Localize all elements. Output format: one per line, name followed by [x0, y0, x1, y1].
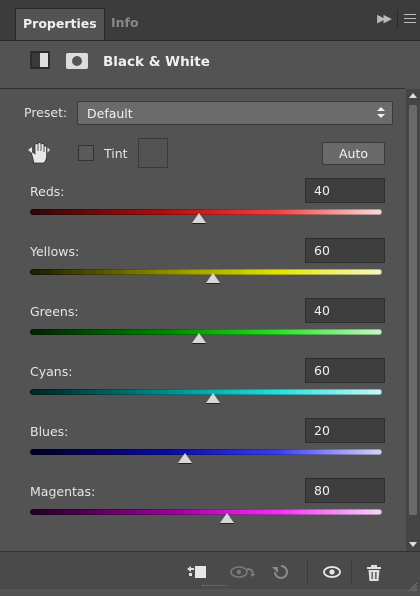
magentas-label: Magentas:	[30, 484, 96, 499]
slider-row-reds: Reds: 40	[0, 178, 405, 238]
slider-row-yellows: Yellows: 60	[0, 238, 405, 298]
footer-divider	[351, 560, 352, 584]
slider-row-magentas: Magentas: 80	[0, 478, 405, 538]
preset-label: Preset:	[24, 105, 68, 120]
reds-slider-thumb[interactable]	[191, 213, 206, 223]
yellows-value-input[interactable]: 60	[305, 238, 385, 263]
collapse-arrows-icon[interactable]: ▶▶	[377, 12, 392, 25]
header-divider	[0, 88, 405, 89]
scroll-thumb[interactable]	[409, 105, 417, 515]
blues-slider-thumb[interactable]	[177, 453, 192, 463]
magentas-slider-thumb[interactable]	[220, 513, 235, 523]
reds-value-input[interactable]: 40	[305, 178, 385, 203]
yellows-slider-thumb[interactable]	[206, 273, 221, 283]
clip-to-layer-icon[interactable]	[186, 564, 208, 584]
cyans-slider-thumb[interactable]	[206, 393, 221, 403]
tint-checkbox[interactable]	[78, 145, 94, 161]
tint-label: Tint	[104, 146, 128, 161]
slider-row-blues: Blues: 20	[0, 418, 405, 478]
trash-icon[interactable]	[365, 564, 383, 586]
magentas-slider-track[interactable]	[30, 509, 382, 515]
reds-label: Reds:	[30, 184, 65, 199]
scroll-down-arrow-icon[interactable]	[409, 542, 417, 547]
cyans-value-input[interactable]: 60	[305, 358, 385, 383]
greens-label: Greens:	[30, 304, 79, 319]
footer-divider	[307, 560, 308, 584]
yellows-label: Yellows:	[30, 244, 80, 259]
reset-icon[interactable]	[272, 564, 290, 584]
scroll-up-arrow-icon[interactable]	[409, 93, 417, 98]
adjustment-layer-icon[interactable]	[30, 51, 50, 69]
greens-slider-thumb[interactable]	[191, 333, 206, 343]
greens-slider-track[interactable]	[30, 329, 382, 335]
magentas-value-input[interactable]: 80	[305, 478, 385, 503]
blues-slider-track[interactable]	[30, 449, 382, 455]
blues-label: Blues:	[30, 424, 69, 439]
panel-tab-bar: Properties Info ▶▶	[0, 0, 420, 41]
preset-dropdown[interactable]: Default	[77, 101, 393, 125]
reds-slider-track[interactable]	[30, 209, 382, 215]
cyans-label: Cyans:	[30, 364, 73, 379]
panel-menu-icon[interactable]	[404, 14, 416, 24]
blues-value-input[interactable]: 20	[305, 418, 385, 443]
slider-row-cyans: Cyans: 60	[0, 358, 405, 418]
auto-button[interactable]: Auto	[322, 142, 385, 165]
layer-mask-icon[interactable]	[66, 53, 88, 69]
greens-value-input[interactable]: 40	[305, 298, 385, 323]
visibility-eye-icon[interactable]	[322, 564, 342, 584]
properties-panel: Properties Info ▶▶ Black & White Preset:…	[0, 0, 420, 592]
resize-grip-icon[interactable]	[408, 577, 418, 592]
adjustment-header	[0, 41, 420, 87]
targeted-adjustment-hand-icon[interactable]	[28, 141, 50, 165]
tab-bar-divider	[397, 10, 398, 28]
panel-footer	[0, 551, 420, 592]
tab-info[interactable]: Info	[104, 8, 146, 40]
dropdown-arrows-icon	[377, 105, 385, 121]
tint-color-swatch[interactable]	[138, 138, 168, 168]
view-previous-state-icon[interactable]	[230, 564, 256, 584]
adjustment-title: Black & White	[103, 54, 210, 70]
preset-value: Default	[87, 106, 133, 121]
vertical-scrollbar[interactable]	[406, 89, 420, 551]
slider-row-greens: Greens: 40	[0, 298, 405, 358]
tab-properties[interactable]: Properties	[15, 8, 105, 40]
